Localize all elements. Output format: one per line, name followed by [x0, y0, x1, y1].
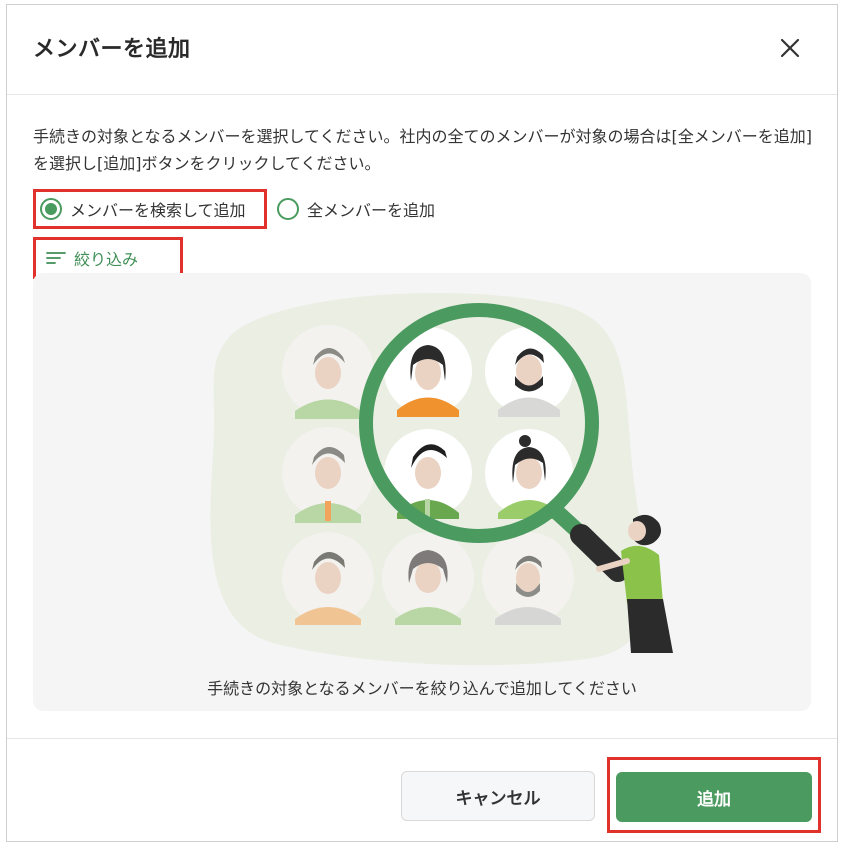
close-button[interactable] — [777, 35, 803, 61]
radio-search-members[interactable]: メンバーを検索して追加 — [33, 189, 267, 229]
radio-checked-icon — [40, 198, 62, 220]
radio-all-members[interactable]: 全メンバーを追加 — [271, 189, 441, 229]
add-button-highlight: 追加 — [607, 757, 821, 833]
radio-unchecked-icon — [277, 198, 299, 220]
add-button[interactable]: 追加 — [616, 772, 812, 822]
add-member-dialog: メンバーを追加 手続きの対象となるメンバーを選択してください。社内の全てのメンバ… — [6, 4, 838, 842]
close-icon — [780, 38, 800, 58]
dialog-title: メンバーを追加 — [33, 37, 191, 62]
filter-lines-icon — [46, 252, 66, 264]
dialog-footer: キャンセル 追加 — [7, 738, 837, 841]
radio-all-members-label: 全メンバーを追加 — [307, 201, 436, 220]
radio-search-members-label: メンバーを検索して追加 — [70, 201, 246, 220]
dialog-description: 手続きの対象となるメンバーを選択してください。社内の全てのメンバーが対象の場合は… — [33, 127, 813, 173]
filter-label: 絞り込み — [74, 250, 139, 269]
member-search-illustration — [210, 293, 673, 666]
cancel-button[interactable]: キャンセル — [401, 771, 595, 821]
illustration-caption: 手続きの対象となるメンバーを絞り込んで追加してください — [207, 679, 637, 698]
illustration-panel: 手続きの対象となるメンバーを絞り込んで追加してください — [33, 273, 811, 711]
dialog-header: メンバーを追加 — [7, 5, 837, 95]
member-mode-radio-group: メンバーを検索して追加 全メンバーを追加 — [33, 189, 441, 229]
